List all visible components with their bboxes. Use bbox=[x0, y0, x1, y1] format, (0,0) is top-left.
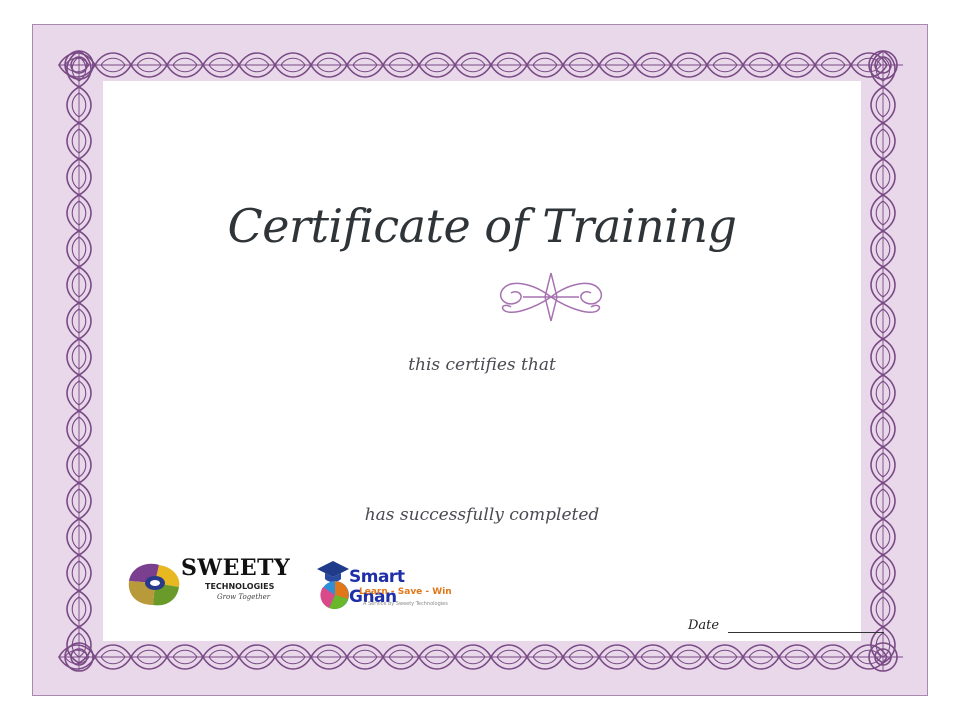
certificate-sheet: Certificate of Training this certifies t… bbox=[32, 24, 928, 696]
completed-text: has successfully completed bbox=[364, 505, 600, 525]
graduation-cap-icon bbox=[317, 561, 349, 610]
sweety-subtitle: TECHNOLOGIES bbox=[205, 582, 275, 591]
certifies-text: this certifies that bbox=[408, 355, 556, 375]
smart-gnan-tagline: Learn - Save - Win bbox=[359, 587, 452, 597]
date-label: Date bbox=[688, 618, 720, 633]
sweety-technologies-logo: SWEETY TECHNOLOGIES Grow Together bbox=[125, 555, 305, 615]
smart-gnan-logo: Smart Gnan Learn - Save - Win A Service … bbox=[315, 555, 455, 615]
certificate-title: Certificate of Training bbox=[227, 199, 737, 253]
flourish-ornament bbox=[499, 272, 603, 322]
date-signature-line bbox=[728, 632, 884, 633]
smart-gnan-small-text: A Service by Sweety Technologies bbox=[363, 601, 448, 607]
sweety-logo-icon bbox=[128, 563, 180, 606]
sweety-tagline: Grow Together bbox=[217, 593, 271, 601]
sweety-name: SWEETY bbox=[181, 555, 291, 581]
